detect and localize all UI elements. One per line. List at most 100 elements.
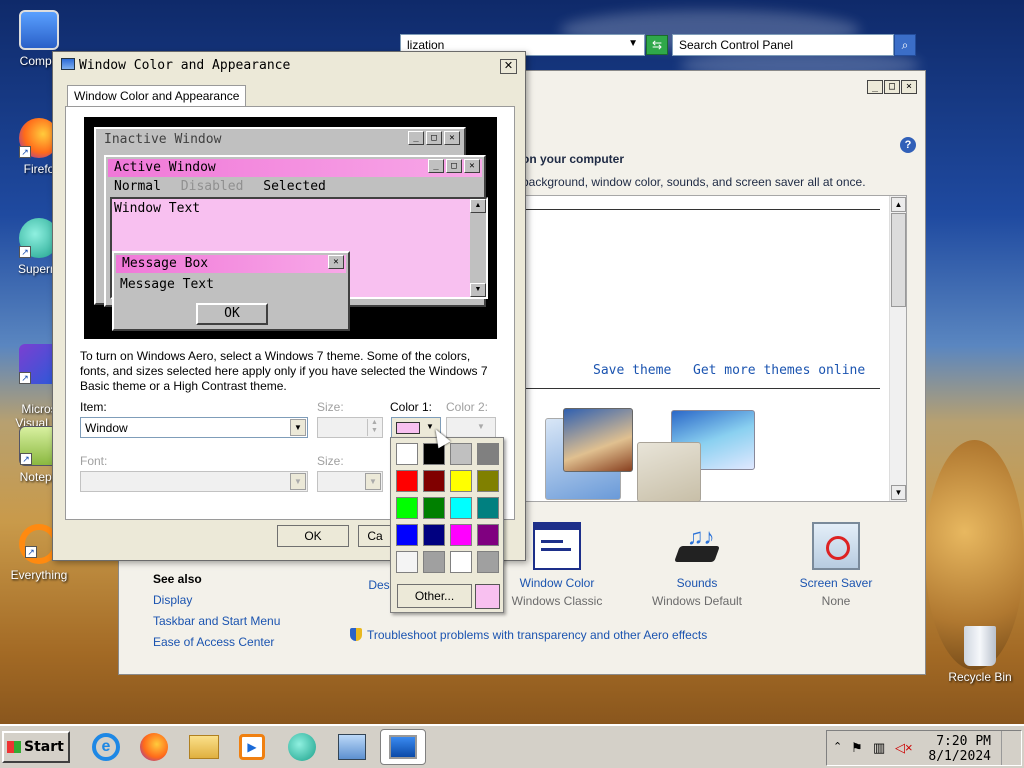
supermium-taskbar-button[interactable] bbox=[282, 729, 322, 765]
control-panel-taskbar-button[interactable] bbox=[332, 729, 372, 765]
palette-color-cell[interactable] bbox=[396, 524, 418, 546]
internet-explorer-taskbar-button[interactable]: e bbox=[86, 729, 126, 765]
minimize-button[interactable]: _ bbox=[867, 80, 883, 94]
scroll-down-icon[interactable]: ▼ bbox=[891, 485, 906, 500]
volume-icon[interactable]: ◁× bbox=[895, 740, 913, 756]
desktop-icon-recycle-bin[interactable]: Recycle Bin bbox=[940, 626, 1020, 684]
refresh-button[interactable]: ⇆ bbox=[646, 35, 668, 55]
media-player-icon: ▶ bbox=[239, 734, 265, 760]
chevron-down-icon[interactable]: ▼ bbox=[628, 38, 638, 49]
palette-color-cell[interactable] bbox=[477, 551, 499, 573]
clock-date: 8/1/2024 bbox=[928, 749, 991, 764]
palette-color-cell[interactable] bbox=[396, 470, 418, 492]
divider bbox=[523, 388, 880, 389]
scroll-thumb[interactable] bbox=[891, 213, 906, 307]
save-theme-link[interactable]: Save theme bbox=[593, 363, 671, 378]
screen-saver-item[interactable]: Screen Saver None bbox=[781, 522, 891, 608]
palette-color-cell[interactable] bbox=[450, 497, 472, 519]
recycle-bin-icon bbox=[964, 626, 996, 666]
chevron-down-icon[interactable]: ▼ bbox=[365, 473, 381, 490]
see-also-display-link[interactable]: Display bbox=[153, 593, 192, 607]
palette-color-cell[interactable] bbox=[450, 551, 472, 573]
palette-color-cell[interactable] bbox=[477, 497, 499, 519]
firefox-taskbar-button[interactable] bbox=[134, 729, 174, 765]
minimize-icon: _ bbox=[408, 131, 424, 145]
see-also-heading: See also bbox=[153, 572, 202, 586]
menu-disabled: Disabled bbox=[180, 179, 244, 194]
troubleshoot-link[interactable]: Troubleshoot problems with transparency … bbox=[350, 628, 707, 642]
maximize-button[interactable]: □ bbox=[884, 80, 900, 94]
palette-color-cell[interactable] bbox=[477, 524, 499, 546]
palette-color-cell[interactable] bbox=[423, 551, 445, 573]
chevron-down-icon[interactable]: ▼ bbox=[290, 473, 306, 490]
start-button[interactable]: Start bbox=[2, 731, 70, 763]
desktop-icon-label: Everything bbox=[10, 568, 68, 582]
search-icon[interactable]: ⌕ bbox=[894, 34, 916, 56]
see-also-ease-link[interactable]: Ease of Access Center bbox=[153, 635, 274, 649]
help-icon[interactable]: ? bbox=[900, 137, 916, 153]
theme-thumbnail[interactable] bbox=[563, 408, 633, 472]
palette-color-cell[interactable] bbox=[396, 497, 418, 519]
window-text: Window Text bbox=[114, 201, 201, 216]
palette-color-cell[interactable] bbox=[450, 470, 472, 492]
palette-color-cell[interactable] bbox=[477, 470, 499, 492]
clock-time: 7:20 PM bbox=[936, 734, 991, 749]
see-also-taskbar-link[interactable]: Taskbar and Start Menu bbox=[153, 614, 280, 628]
search-input[interactable]: Search Control Panel bbox=[672, 34, 894, 56]
start-label: Start bbox=[24, 739, 64, 755]
close-icon: ✕ bbox=[464, 159, 480, 173]
get-more-themes-link[interactable]: Get more themes online bbox=[693, 363, 865, 378]
palette-color-cell[interactable] bbox=[423, 470, 445, 492]
item-name: Window Color bbox=[519, 576, 595, 590]
color1-swatch bbox=[396, 422, 420, 434]
appearance-preview[interactable]: Inactive Window _ □ ✕ Active Window _ □ … bbox=[84, 117, 497, 339]
chevron-down-icon[interactable]: ▼ bbox=[290, 419, 306, 436]
vertical-scrollbar[interactable]: ▲ ▼ bbox=[889, 196, 906, 501]
font-select[interactable]: ▼ bbox=[80, 471, 308, 492]
network-icon[interactable]: ▥ bbox=[873, 740, 885, 756]
item-value: Windows Classic bbox=[511, 594, 603, 608]
media-player-taskbar-button[interactable]: ▶ bbox=[232, 729, 272, 765]
close-button[interactable]: × bbox=[901, 80, 917, 94]
clock[interactable]: 7:20 PM 8/1/2024 bbox=[928, 734, 991, 764]
palette-color-cell[interactable] bbox=[477, 443, 499, 465]
flag-icon[interactable]: ⚑ bbox=[851, 740, 863, 756]
scroll-up-icon[interactable]: ▲ bbox=[891, 197, 906, 212]
close-button[interactable]: ✕ bbox=[500, 59, 517, 74]
personalization-taskbar-button[interactable] bbox=[380, 729, 426, 765]
maximize-icon: □ bbox=[446, 159, 462, 173]
preview-menu: Normal Disabled Selected bbox=[114, 179, 326, 194]
font-size-select[interactable]: ▼ bbox=[317, 471, 383, 492]
chevron-up-icon[interactable]: ⌃ bbox=[833, 740, 842, 753]
cancel-button[interactable]: Ca bbox=[358, 525, 391, 547]
windows-logo-icon bbox=[7, 741, 21, 753]
item-select[interactable]: Window ▼ bbox=[80, 417, 308, 438]
message-box-preview[interactable]: Message Box ✕ Message Text OK bbox=[112, 251, 350, 331]
item-label: Item: bbox=[80, 400, 107, 414]
palette-color-cell[interactable] bbox=[423, 524, 445, 546]
ok-button[interactable]: OK bbox=[277, 525, 349, 547]
palette-color-cell[interactable] bbox=[423, 497, 445, 519]
size-stepper[interactable]: ▲ ▼ bbox=[317, 417, 383, 438]
tab-window-color[interactable]: Window Color and Appearance bbox=[67, 85, 247, 107]
folder-icon bbox=[189, 735, 219, 759]
desktop-icon-label: Recycle Bin bbox=[948, 670, 1012, 684]
color1-label: Color 1: bbox=[390, 400, 433, 414]
show-desktop-button[interactable] bbox=[1001, 731, 1021, 765]
theme-thumbnail-selected[interactable] bbox=[637, 442, 701, 502]
palette-color-cell[interactable] bbox=[396, 551, 418, 573]
color2-button[interactable]: ▼ bbox=[446, 417, 496, 438]
palette-color-cell[interactable] bbox=[396, 443, 418, 465]
palette-color-cell[interactable] bbox=[450, 443, 472, 465]
msgbox-title: Message Box bbox=[116, 255, 346, 273]
size-label: Size: bbox=[317, 400, 344, 414]
item-select-value: Window bbox=[85, 421, 128, 435]
msgbox-ok-button: OK bbox=[196, 303, 268, 325]
aero-hint: To turn on Windows Aero, select a Window… bbox=[80, 349, 488, 393]
spin-arrows-icon[interactable]: ▲ ▼ bbox=[367, 419, 381, 436]
sounds-item[interactable]: ♫♪ Sounds Windows Default bbox=[642, 522, 752, 608]
palette-color-cell[interactable] bbox=[450, 524, 472, 546]
custom-color-swatch[interactable] bbox=[475, 584, 500, 609]
explorer-taskbar-button[interactable] bbox=[184, 729, 224, 765]
other-color-button[interactable]: Other... bbox=[397, 584, 472, 608]
